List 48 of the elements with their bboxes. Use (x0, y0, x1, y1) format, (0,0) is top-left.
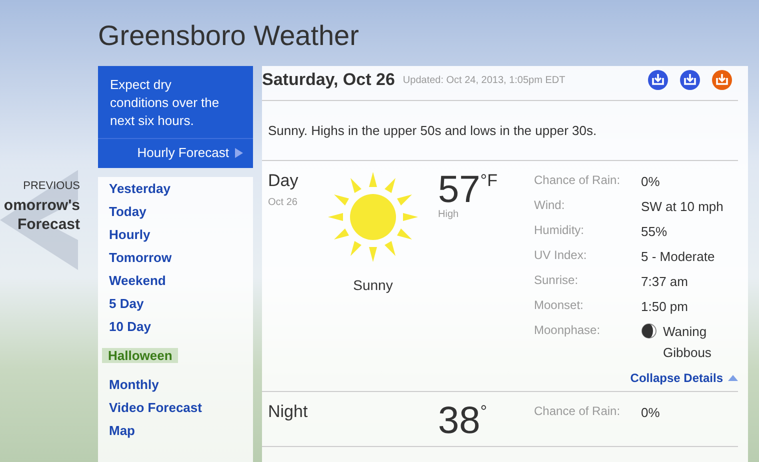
detail-value: 5 - Moderate (641, 248, 715, 266)
detail-value: SW at 10 mph (641, 198, 724, 216)
forecast-date: Saturday, Oct 26 (262, 70, 395, 90)
detail-label: Wind: (534, 198, 566, 214)
caret-up-icon (728, 375, 738, 381)
detail-label: Chance of Rain: (534, 404, 622, 420)
nav-link[interactable]: Today (108, 204, 146, 219)
detail-value: Waning Gibbous (663, 323, 712, 362)
nav-link[interactable]: 5 Day (108, 296, 144, 311)
moon-icon (641, 323, 657, 339)
previous-label: PREVIOUS (23, 180, 80, 192)
temperature-label: High (438, 209, 460, 220)
detail-value: 1:50 pm (641, 298, 688, 316)
detail-value: 0% (641, 404, 660, 422)
updated-time: Updated: Oct 24, 2013, 1:05pm EDT (402, 74, 566, 86)
page-title: Greensboro Weather (97, 19, 360, 53)
detail-value: 7:37 am (641, 273, 688, 291)
period-name: Night (268, 402, 309, 422)
detail-label: Moonphase: (534, 323, 602, 339)
alert-text: Expect dry conditions over the next six hours. (98, 66, 253, 139)
sun-icon (327, 171, 419, 263)
detail-label: Sunrise: (534, 273, 580, 289)
condition-text: Sunny (353, 277, 393, 293)
detail-label: UV Index: (534, 248, 588, 264)
detail-value: 0% (641, 173, 660, 191)
nav-link[interactable]: Tomorrow (108, 250, 172, 265)
nav-link[interactable]: Yesterday (108, 181, 170, 196)
download-icon[interactable] (712, 70, 732, 90)
detail-label: Moonset: (534, 298, 584, 314)
period-name: Day (268, 171, 300, 191)
download-icon[interactable] (648, 70, 668, 90)
nav-link[interactable]: Monthly (108, 377, 159, 392)
nav-link[interactable]: Video Forecast (108, 400, 202, 415)
detail-label: Humidity: (534, 223, 586, 239)
nav-link[interactable]: Halloween (102, 348, 178, 363)
nav-link[interactable]: Hourly (108, 227, 150, 242)
caret-right-icon (235, 148, 243, 158)
detail-value: 55% (641, 223, 668, 241)
download-icon[interactable] (680, 70, 700, 90)
detail-label: Chance of Rain: (534, 173, 622, 189)
forecast-summary: Sunny. Highs in the upper 50s and lows in the upper 30s. (262, 101, 738, 161)
nav-link[interactable]: 10 Day (108, 319, 151, 334)
period-date: Oct 26 (268, 197, 298, 208)
collapse-details-link[interactable]: Collapse Details (630, 371, 738, 385)
nav-link[interactable]: Weekend (108, 273, 166, 288)
nav-link[interactable]: Map (108, 423, 135, 438)
hourly-forecast-link[interactable]: Hourly Forecast (98, 139, 253, 168)
temperature: 38° (438, 402, 488, 440)
